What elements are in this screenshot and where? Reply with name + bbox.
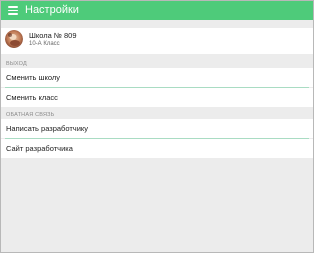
write-developer-item[interactable]: Написать разработчику — [1, 119, 313, 138]
section-header-feedback: ОБАТНАЯ СВЯЗЬ — [6, 112, 55, 118]
change-school-label: Сменить школу — [6, 73, 61, 82]
change-class-label: Сменить класс — [6, 93, 58, 102]
hamburger-menu-icon[interactable] — [8, 6, 18, 15]
school-class: 10-А Класс — [29, 41, 60, 47]
write-developer-label: Написать разработчику — [6, 124, 89, 133]
app-bar: Настройки — [1, 1, 313, 20]
school-avatar-icon — [5, 30, 23, 48]
change-school-item[interactable]: Сменить школу — [1, 68, 313, 87]
school-card[interactable]: Школа № 809 10-А Класс — [1, 28, 313, 54]
page-title: Настройки — [25, 4, 79, 16]
settings-window: Настройки Школа № 809 10-А Класс ВЫХОД С… — [0, 0, 314, 253]
developer-site-item[interactable]: Сайт разработчика — [1, 139, 313, 158]
section-header-exit: ВЫХОД — [6, 61, 27, 67]
change-class-item[interactable]: Сменить класс — [1, 88, 313, 107]
developer-site-label: Сайт разработчика — [6, 144, 73, 153]
